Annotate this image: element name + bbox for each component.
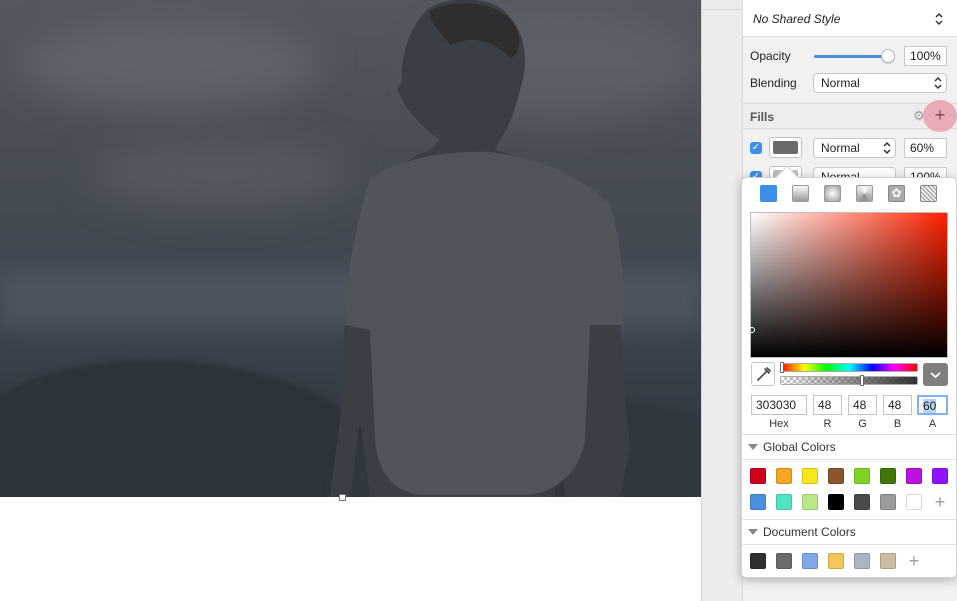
blending-select[interactable]: Normal bbox=[813, 73, 947, 93]
global-color-swatch[interactable] bbox=[828, 494, 844, 510]
chevron-down-icon bbox=[930, 372, 941, 379]
cloud-shape bbox=[90, 140, 350, 210]
global-color-swatch[interactable] bbox=[906, 468, 922, 484]
document-color-swatch[interactable] bbox=[854, 553, 870, 569]
global-color-swatch[interactable] bbox=[932, 468, 948, 484]
pattern-fill-icon[interactable]: ✿ bbox=[888, 185, 905, 202]
global-color-swatch[interactable] bbox=[776, 494, 792, 510]
ruler-line bbox=[702, 9, 743, 10]
canvas[interactable] bbox=[0, 0, 701, 601]
document-color-swatch[interactable] bbox=[880, 553, 896, 569]
fill-color-well[interactable] bbox=[769, 137, 802, 158]
chevron-updown-icon bbox=[934, 76, 942, 90]
red-field[interactable]: 48 bbox=[813, 395, 842, 415]
saturation-brightness-field[interactable] bbox=[750, 212, 948, 358]
blue-label: B bbox=[893, 418, 902, 430]
global-color-swatch[interactable] bbox=[828, 468, 844, 484]
chevron-updown-icon bbox=[883, 141, 891, 155]
blending-value: Normal bbox=[821, 76, 860, 90]
add-global-color-button[interactable]: + bbox=[932, 493, 948, 511]
hue-slider[interactable] bbox=[780, 363, 918, 372]
document-colors-header[interactable]: Document Colors bbox=[742, 521, 956, 543]
global-colors-title: Global Colors bbox=[763, 440, 836, 454]
divider bbox=[742, 519, 956, 520]
canvas-gutter bbox=[701, 0, 743, 601]
radial-gradient-icon[interactable] bbox=[824, 185, 841, 202]
global-color-swatch[interactable] bbox=[906, 494, 922, 510]
document-color-swatch[interactable] bbox=[802, 553, 818, 569]
global-color-swatch[interactable] bbox=[802, 494, 818, 510]
color-cursor[interactable] bbox=[749, 327, 755, 333]
add-fill-button[interactable]: + bbox=[931, 106, 949, 124]
alpha-field[interactable]: 60 bbox=[917, 395, 948, 415]
alpha-slider[interactable] bbox=[780, 376, 918, 385]
eyedropper-button[interactable] bbox=[751, 362, 775, 386]
resize-handle[interactable] bbox=[339, 494, 346, 501]
shared-style-label: No Shared Style bbox=[753, 12, 841, 26]
global-color-swatch[interactable] bbox=[880, 494, 896, 510]
green-label: G bbox=[858, 418, 867, 430]
fill-opacity-field[interactable]: 60% bbox=[904, 138, 947, 158]
document-color-swatch[interactable] bbox=[828, 553, 844, 569]
color-presets-button[interactable] bbox=[923, 363, 948, 386]
divider bbox=[742, 544, 956, 545]
selected-image-layer[interactable] bbox=[0, 0, 701, 497]
eyedropper-icon bbox=[757, 367, 771, 381]
global-color-swatch[interactable] bbox=[854, 494, 870, 510]
alpha-value: 60 bbox=[923, 399, 937, 413]
fill-blend-value: Normal bbox=[821, 141, 860, 155]
blue-field[interactable]: 48 bbox=[883, 395, 912, 415]
opacity-field[interactable]: 100% bbox=[904, 46, 947, 66]
hex-label: Hex bbox=[769, 418, 789, 430]
solid-color-icon[interactable] bbox=[760, 185, 777, 202]
alpha-label: A bbox=[928, 418, 937, 430]
fills-title: Fills bbox=[750, 110, 775, 124]
document-colors-title: Document Colors bbox=[763, 525, 856, 539]
hex-field[interactable]: 303030 bbox=[751, 395, 807, 415]
alpha-slider-knob[interactable] bbox=[860, 375, 864, 386]
divider bbox=[742, 434, 956, 435]
divider bbox=[742, 459, 956, 460]
angular-gradient-icon[interactable] bbox=[856, 185, 873, 202]
disclosure-triangle-icon bbox=[748, 529, 758, 535]
fill-blend-select[interactable]: Normal bbox=[813, 138, 896, 158]
opacity-slider-fill bbox=[814, 55, 886, 58]
global-color-swatch[interactable] bbox=[802, 468, 818, 484]
global-color-swatch[interactable] bbox=[750, 468, 766, 484]
global-colors-header[interactable]: Global Colors bbox=[742, 436, 956, 458]
opacity-slider[interactable] bbox=[814, 55, 890, 58]
shared-style-select[interactable]: No Shared Style bbox=[743, 0, 957, 37]
green-field[interactable]: 48 bbox=[848, 395, 877, 415]
hill-shape bbox=[0, 360, 380, 497]
global-color-swatch[interactable] bbox=[750, 494, 766, 510]
person-silhouette bbox=[330, 0, 630, 497]
disclosure-triangle-icon bbox=[748, 444, 758, 450]
opacity-label: Opacity bbox=[750, 49, 791, 63]
document-color-swatch[interactable] bbox=[750, 553, 766, 569]
opacity-slider-knob[interactable] bbox=[881, 49, 895, 63]
cloud-shape bbox=[20, 20, 320, 110]
linear-gradient-icon[interactable] bbox=[792, 185, 809, 202]
fill-color-swatch bbox=[773, 141, 798, 154]
fill-enabled-checkbox[interactable]: ✓ bbox=[750, 142, 762, 154]
hue-slider-knob[interactable] bbox=[780, 362, 784, 373]
blending-label: Blending bbox=[750, 76, 797, 90]
global-color-swatch[interactable] bbox=[854, 468, 870, 484]
add-document-color-button[interactable]: + bbox=[906, 552, 922, 570]
global-color-swatch[interactable] bbox=[776, 468, 792, 484]
noise-fill-icon[interactable] bbox=[920, 185, 937, 202]
red-label: R bbox=[823, 418, 832, 430]
global-color-swatch[interactable] bbox=[880, 468, 896, 484]
document-color-swatch[interactable] bbox=[776, 553, 792, 569]
chevron-updown-icon bbox=[935, 12, 943, 26]
